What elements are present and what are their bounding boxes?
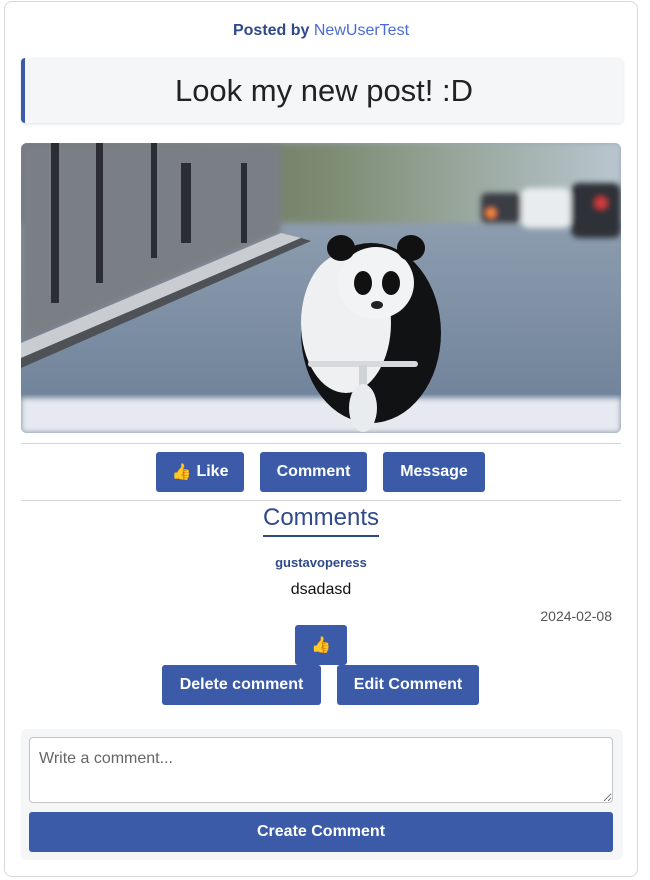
thumbs-up-icon: 👍 [311, 637, 331, 654]
post-image [21, 143, 621, 433]
panda-photo [21, 143, 621, 433]
comments-section-heading: Comments [5, 504, 637, 537]
comment-input[interactable] [29, 737, 613, 803]
like-button[interactable]: 👍 Like [156, 452, 244, 492]
post-card: Posted by NewUserTest Look my new post! … [4, 1, 638, 877]
post-title: Look my new post! :D [21, 58, 623, 123]
comments-heading-text: Comments [262, 504, 380, 537]
divider-top [21, 443, 621, 444]
divider-bottom [21, 500, 621, 501]
comment-date: 2024-02-08 [540, 608, 612, 624]
comment-author: gustavoperess [275, 555, 367, 570]
comment-button[interactable]: Comment [260, 452, 367, 492]
like-label: Like [196, 463, 229, 480]
author-link[interactable]: NewUserTest [314, 22, 409, 39]
delete-comment-button[interactable]: Delete comment [162, 665, 321, 705]
comment-text: dsadasd [290, 581, 352, 598]
comment-like-button[interactable]: 👍 [295, 625, 347, 665]
comment-composer: Create Comment [21, 729, 623, 860]
posted-by-prefix: Posted by [232, 22, 314, 39]
create-comment-button[interactable]: Create Comment [29, 812, 613, 852]
message-button[interactable]: Message [383, 452, 485, 492]
thumbs-up-icon: 👍 [171, 464, 192, 481]
posted-by-line: Posted by NewUserTest [5, 22, 637, 40]
edit-comment-button[interactable]: Edit Comment [337, 665, 479, 705]
